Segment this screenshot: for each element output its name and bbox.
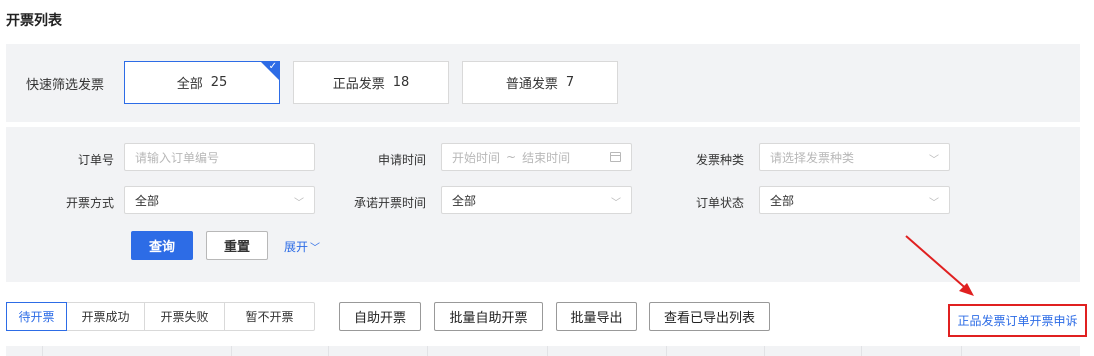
tab-success[interactable]: 开票成功	[67, 303, 145, 330]
chevron-down-icon: ﹀	[929, 198, 939, 209]
tab-pending[interactable]: 待开票	[6, 302, 67, 331]
quick-card-label: 普通发票	[505, 77, 558, 92]
quick-card-count: 7	[565, 75, 575, 90]
chevron-down-icon: ﹀	[310, 243, 321, 254]
expand-label: 展开	[284, 240, 309, 254]
batch-self-invoice-button[interactable]: 批量自助开票	[434, 302, 543, 331]
order-status-label: 订单状态	[695, 196, 744, 210]
chevron-down-icon: ﹀	[929, 155, 939, 166]
invoice-status-tabs: 待开票 开票成功 开票失败 暂不开票	[6, 302, 315, 331]
table-column-divider	[42, 346, 43, 356]
order-status-select[interactable]: 全部 ﹀	[759, 186, 950, 214]
quick-filter-panel: 快速筛选发票 全部 25 ✓ 正品发票 18 普通发票 7	[6, 44, 1080, 122]
expand-toggle[interactable]: 展开 ﹀	[284, 238, 320, 255]
promise-time-label: 承诺开票时间	[353, 196, 426, 210]
apply-time-label: 申请时间	[377, 153, 426, 167]
filter-form-panel: 订单号 请输入订单编号 申请时间 开始时间 ~ 结束时间 发票种类 请选择发票种…	[6, 127, 1080, 282]
table-column-divider	[666, 346, 667, 356]
table-column-divider	[547, 346, 548, 356]
order-no-label: 订单号	[77, 153, 114, 167]
appeal-link-label: 正品发票订单开票申诉	[957, 314, 1078, 328]
reset-button[interactable]: 重置	[206, 231, 268, 260]
invoice-method-label: 开票方式	[65, 196, 114, 210]
table-column-divider	[961, 346, 962, 356]
batch-export-button[interactable]: 批量导出	[556, 302, 637, 331]
order-status-value: 全部	[770, 193, 795, 208]
tab-hold[interactable]: 暂不开票	[225, 303, 314, 330]
quick-filter-label: 快速筛选发票	[26, 78, 105, 93]
quick-filter-normal-card[interactable]: 普通发票 7	[462, 61, 618, 104]
check-icon: ✓	[268, 61, 277, 72]
page-title: 开票列表	[6, 13, 62, 29]
invoice-method-value: 全部	[135, 193, 160, 208]
table-column-divider	[328, 346, 329, 356]
quick-card-label: 正品发票	[332, 77, 385, 92]
table-column-divider	[764, 346, 765, 356]
invoice-method-select[interactable]: 全部 ﹀	[124, 186, 315, 214]
tab-failed[interactable]: 开票失败	[145, 303, 225, 330]
table-column-divider	[861, 346, 862, 356]
annotation-arrow-head	[959, 283, 974, 296]
invoice-kind-placeholder: 请选择发票种类	[770, 150, 855, 165]
end-time-placeholder: 结束时间	[522, 150, 571, 165]
apply-time-range-picker[interactable]: 开始时间 ~ 结束时间	[441, 143, 632, 171]
chevron-down-icon: ﹀	[611, 198, 621, 209]
range-separator: ~	[506, 150, 517, 164]
invoice-kind-label: 发票种类	[695, 153, 744, 167]
quick-filter-all-card[interactable]: 全部 25 ✓	[124, 61, 280, 104]
start-time-placeholder: 开始时间	[452, 150, 501, 165]
table-column-divider	[427, 346, 428, 356]
quick-filter-genuine-card[interactable]: 正品发票 18	[293, 61, 449, 104]
calendar-icon	[610, 152, 621, 162]
self-invoice-button[interactable]: 自助开票	[339, 302, 421, 331]
promise-time-select[interactable]: 全部 ﹀	[441, 186, 632, 214]
quick-card-label: 全部	[176, 77, 203, 92]
promise-time-value: 全部	[452, 193, 477, 208]
invoice-kind-select[interactable]: 请选择发票种类 ﹀	[759, 143, 950, 171]
quick-card-count: 25	[210, 75, 228, 90]
query-button[interactable]: 查询	[131, 231, 193, 260]
view-exported-list-button[interactable]: 查看已导出列表	[649, 302, 770, 331]
chevron-down-icon: ﹀	[294, 198, 304, 209]
order-no-placeholder: 请输入订单编号	[135, 150, 220, 165]
table-column-divider	[231, 346, 232, 356]
order-no-input[interactable]: 请输入订单编号	[124, 143, 315, 171]
quick-card-count: 18	[392, 75, 410, 90]
genuine-invoice-appeal-link[interactable]: 正品发票订单开票申诉	[948, 304, 1087, 337]
invoice-table-header	[6, 346, 1080, 356]
